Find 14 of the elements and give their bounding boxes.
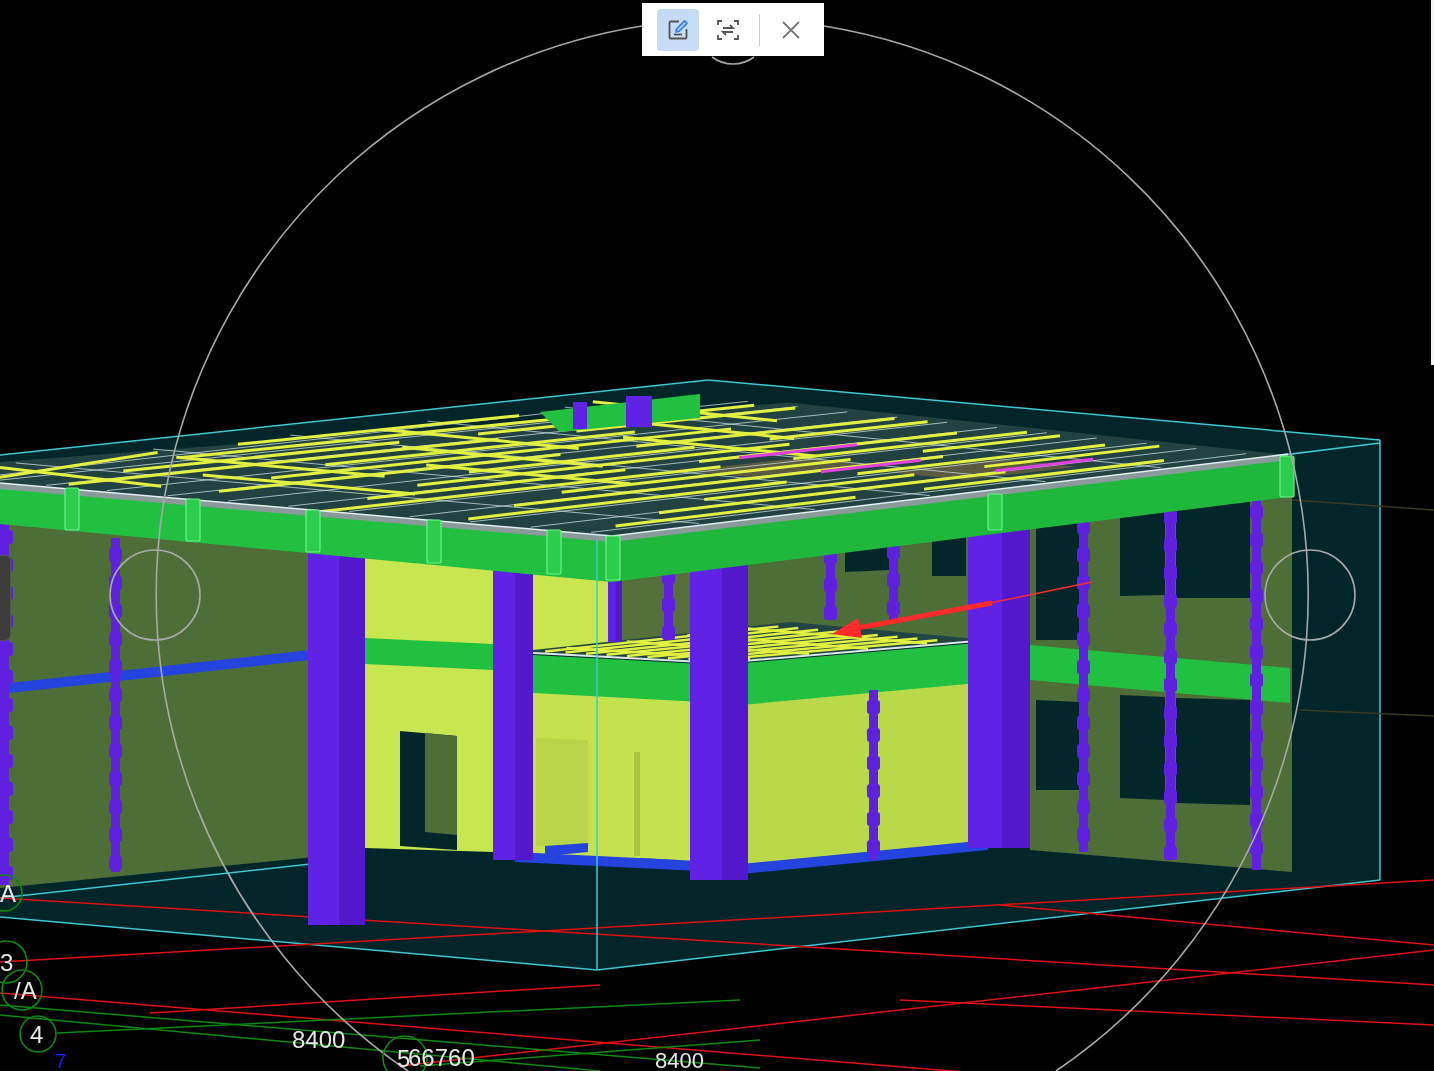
- orbit-handle[interactable]: [1264, 549, 1356, 641]
- scrollbar[interactable]: [1431, 0, 1434, 365]
- orbit-handle[interactable]: [711, 56, 755, 65]
- bracket-arrows-icon: [716, 17, 740, 42]
- close-icon: [782, 20, 800, 39]
- dimension-text: 7: [55, 1050, 67, 1071]
- side-panel-handle[interactable]: [0, 555, 11, 641]
- axis-label: 4: [30, 1021, 44, 1048]
- dimension-text: 8400: [292, 1026, 346, 1053]
- edit-button[interactable]: [657, 8, 699, 51]
- orbit-handle[interactable]: [109, 549, 201, 641]
- axis-label: 5: [397, 1045, 411, 1071]
- orbit-ring[interactable]: [155, 25, 1309, 1071]
- pencil-square-icon: [666, 17, 690, 42]
